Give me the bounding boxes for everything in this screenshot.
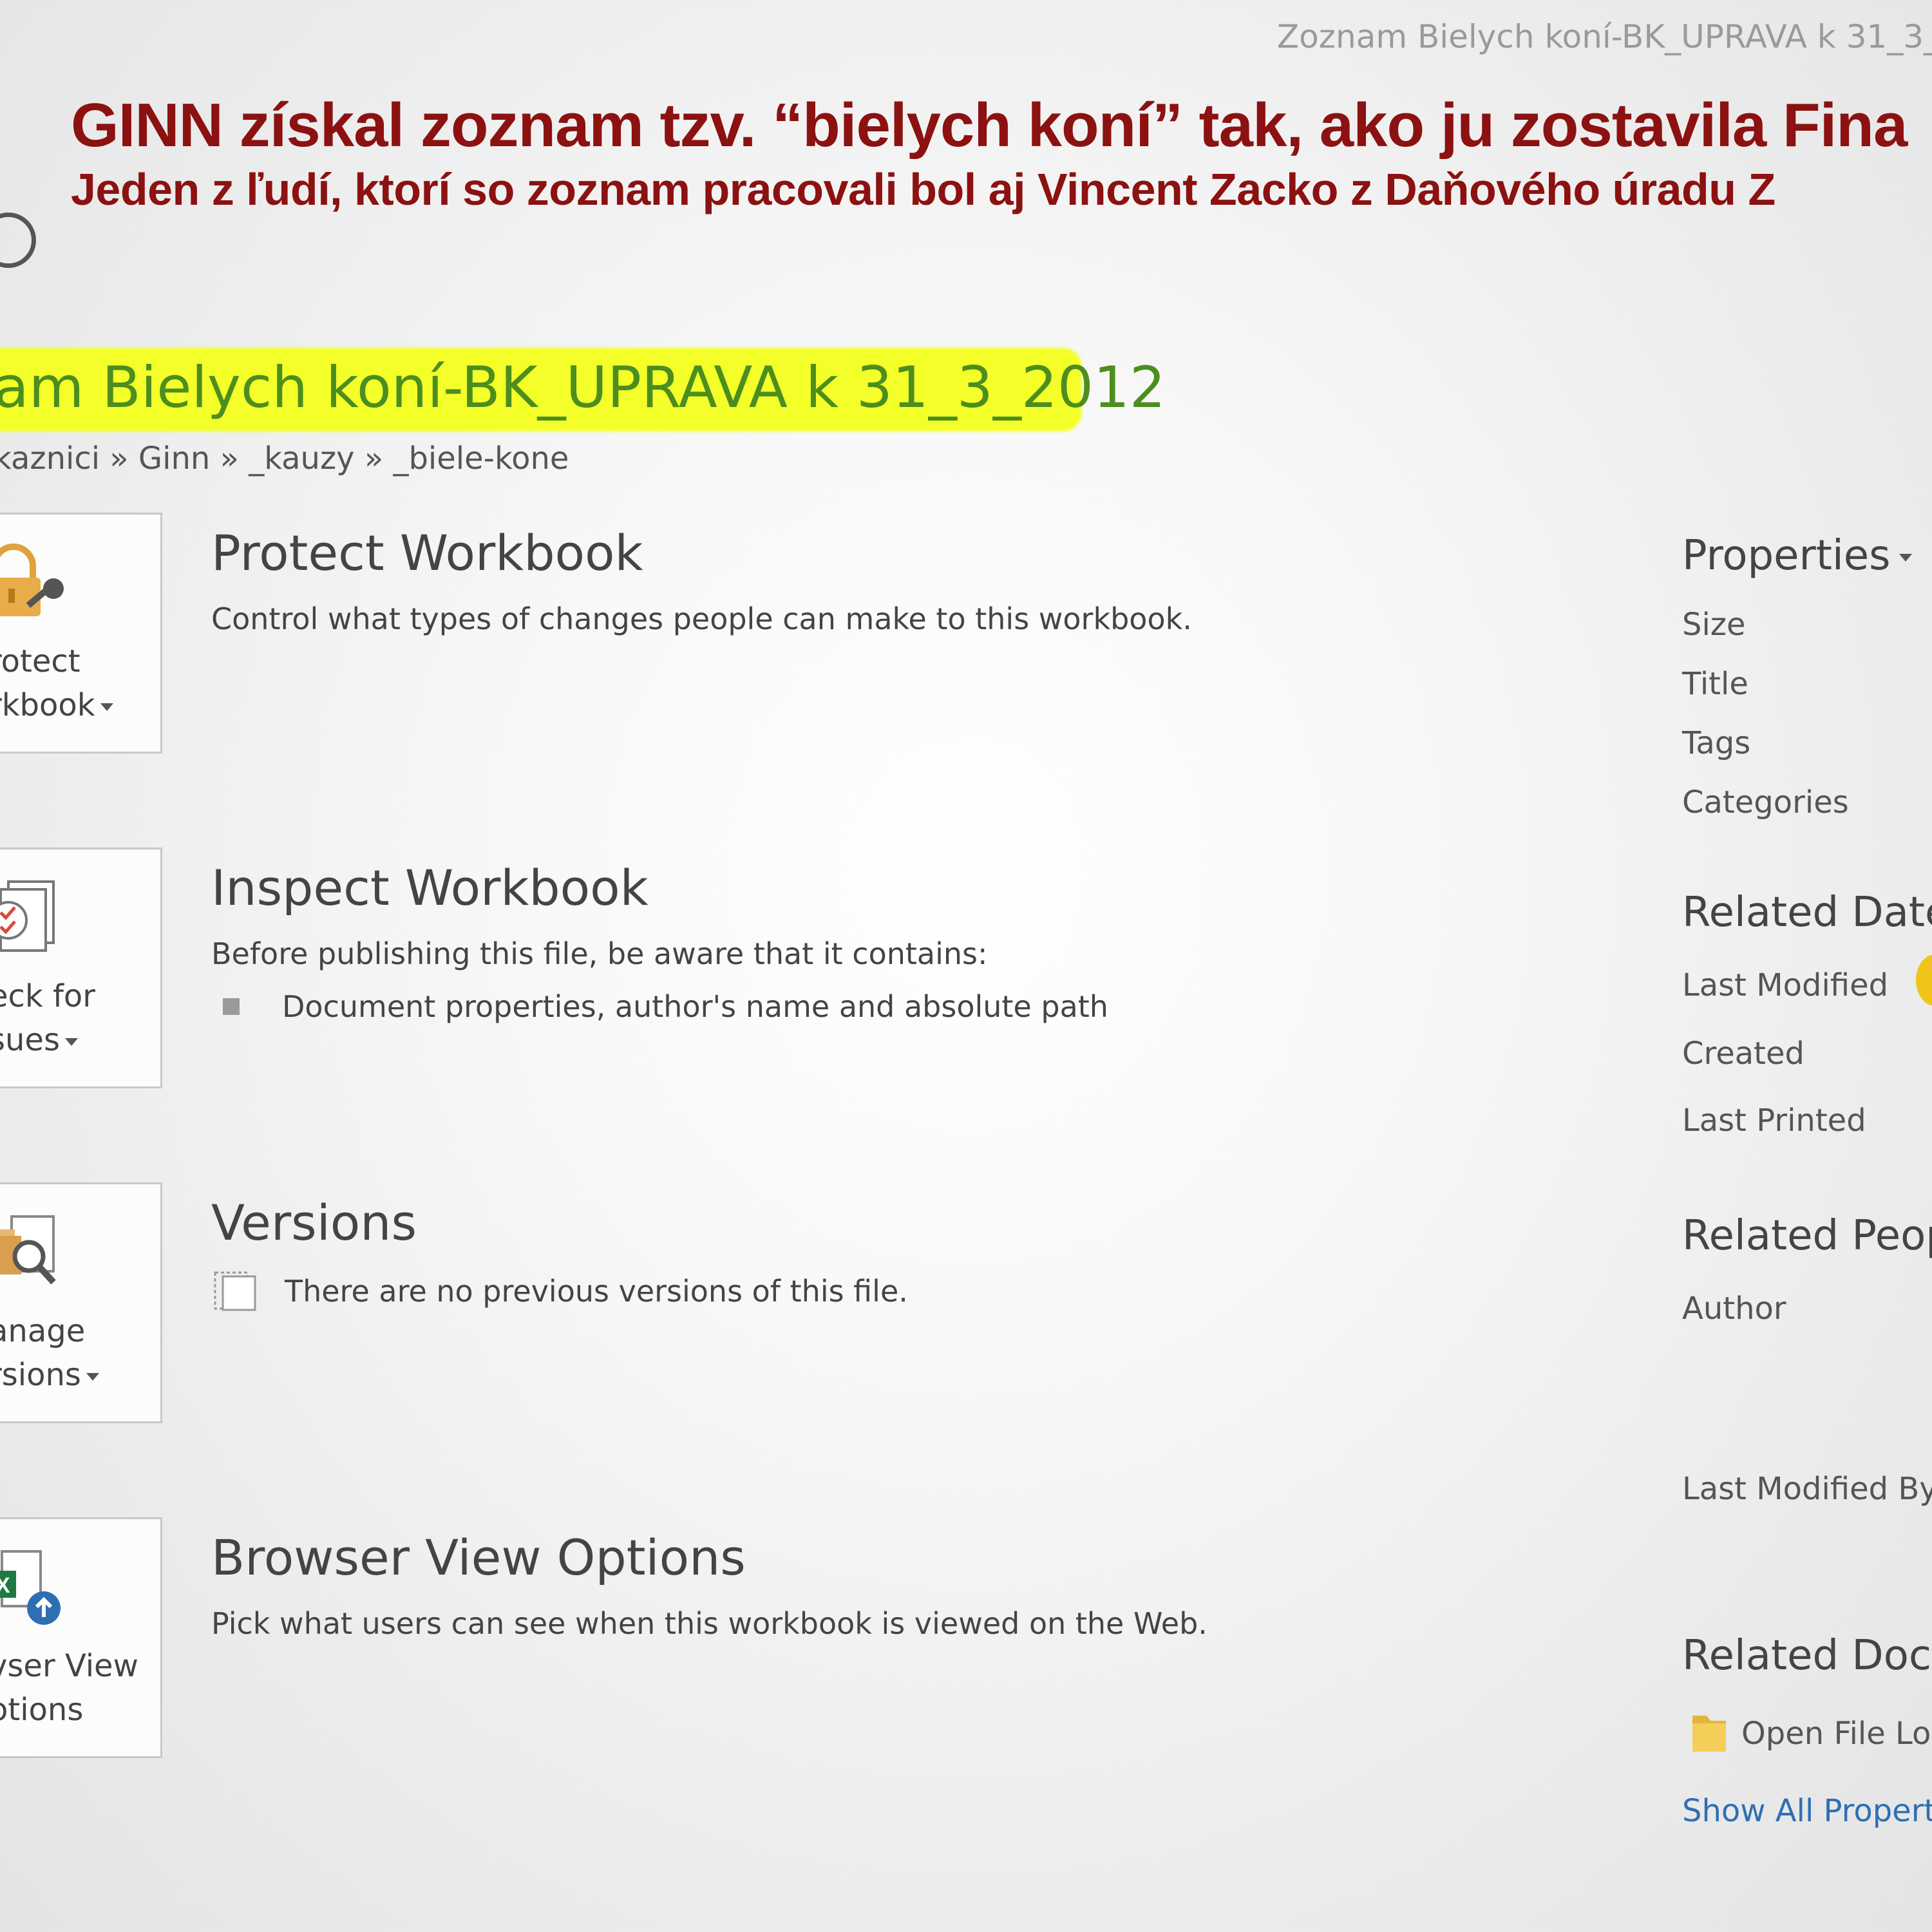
section-desc-inspect: Before publishing this file, be aware th… [211,936,988,971]
related-documents-heading: Related Docu [1682,1632,1932,1680]
date-last-modified: Last Modified [1682,967,1889,1003]
property-tags: Tags [1682,725,1751,761]
protect-workbook-button-label-1: rotect [0,643,80,679]
property-title: Title [1682,666,1748,702]
date-created: Created [1682,1036,1804,1072]
chevron-down-icon [86,1373,99,1381]
section-desc-versions: There are no previous versions of this f… [285,1274,908,1309]
manage-versions-button-label-1: anage [0,1313,86,1349]
chevron-down-icon [64,1038,78,1046]
properties-dropdown[interactable]: Properties [1682,532,1913,580]
back-button[interactable] [0,213,36,268]
section-title-versions: Versions [211,1194,417,1251]
chevron-down-icon [100,703,113,711]
lock-key-icon [0,544,64,616]
manage-versions-button-label-2: rsions [0,1357,99,1393]
property-last-modified-by: Last Modified By [1682,1471,1932,1507]
check-for-issues-button-label-2: sues [0,1022,78,1058]
svg-text:X: X [0,1573,10,1598]
show-all-properties-link[interactable]: Show All Propert [1682,1793,1932,1829]
section-title-protect: Protect Workbook [211,524,643,582]
breadcrumb: kaznici » Ginn » _kauzy » _biele-kone [0,440,569,477]
version-document-icon [214,1271,256,1311]
window-title: Zoznam Bielych koní-BK_UPRAVA k 31_3_ [1276,18,1932,55]
annotation-headline: GINN získal zoznam tzv. “bielych koní” t… [71,91,1908,160]
property-categories: Categories [1682,784,1849,820]
inspect-bullet-text: Document properties, author's name and a… [282,989,1108,1024]
check-for-issues-button-label-1: eck for [0,978,95,1014]
chevron-down-icon [1899,554,1913,562]
manage-versions-button[interactable]: anage rsions [0,1182,162,1423]
browser-view-options-button-label-1: vser View [0,1648,138,1684]
section-desc-browser-view: Pick what users can see when this workbo… [211,1606,1208,1641]
annotation-subheadline: Jeden z ľudí, ktorí so zoznam pracovali … [71,164,1776,214]
highlight-marker [1916,954,1932,1006]
date-last-printed: Last Printed [1682,1103,1866,1139]
browser-view-options-button-label-2: otions [0,1692,84,1728]
open-file-location-link[interactable]: Open File Lo [1741,1716,1931,1752]
protect-workbook-button-label-2: rkbook [0,687,113,723]
check-for-issues-button[interactable]: eck for sues [0,848,162,1088]
property-size: Size [1682,607,1746,643]
related-dates-heading: Related Dates [1682,889,1932,936]
section-title-inspect: Inspect Workbook [211,859,649,916]
section-desc-protect: Control what types of changes people can… [211,601,1192,636]
related-people-heading: Related Peop [1682,1212,1932,1260]
protect-workbook-button[interactable]: rotect rkbook [0,513,162,753]
file-name: nam Bielych koní-BK_UPRAVA k 31_3_2012 [0,354,1166,421]
excel-web-icon: X [0,1550,61,1625]
section-title-browser-view: Browser View Options [211,1529,746,1586]
bullet-icon [223,998,240,1015]
browser-view-options-button[interactable]: X vser View otions [0,1517,162,1758]
property-author: Author [1682,1291,1786,1327]
folder-icon [1692,1716,1726,1752]
versions-magnifier-icon [0,1215,56,1285]
inspect-document-icon [0,880,55,952]
